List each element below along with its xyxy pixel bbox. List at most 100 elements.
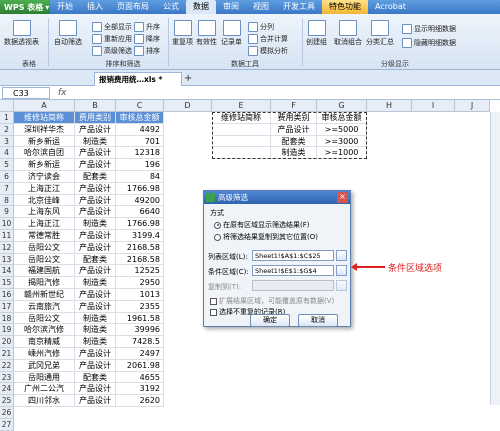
table-cell[interactable]: 赣州新世纪	[14, 289, 75, 301]
record-form-button[interactable]: 记录单	[221, 20, 242, 47]
row-header[interactable]: 26	[0, 407, 14, 419]
column-header[interactable]: B	[75, 100, 116, 112]
table-cell[interactable]: 2950	[116, 277, 164, 289]
row-header[interactable]: 18	[0, 312, 14, 325]
tab-page-layout[interactable]: 页面布局	[110, 0, 156, 14]
row-header[interactable]: 23	[0, 371, 14, 384]
checkbox-icon[interactable]	[210, 308, 217, 316]
table-cell[interactable]: 岳阳通用	[14, 371, 75, 384]
row-header[interactable]: 27	[0, 418, 14, 431]
ok-button[interactable]: 确定	[250, 314, 290, 327]
table-cell[interactable]: 产品设计	[75, 348, 116, 360]
table-cell[interactable]: 济宁读会	[14, 171, 75, 183]
wps-app-button[interactable]: WPS 表格 ▾	[0, 0, 50, 14]
table-cell[interactable]: 嵊州汽修	[14, 348, 75, 360]
table-cell[interactable]: 6640	[116, 206, 164, 219]
criteria-range-input[interactable]: Sheet1!$E$1:$G$4	[252, 265, 334, 276]
table-cell[interactable]: 新乡新运	[14, 135, 75, 148]
fx-icon[interactable]: fx	[58, 88, 67, 98]
table-cell[interactable]: 2355	[116, 300, 164, 313]
sort-desc-button[interactable]: 降序	[134, 34, 160, 44]
table-header-cell[interactable]: 费用类别	[75, 112, 116, 124]
radio-icon[interactable]	[214, 233, 221, 241]
table-cell[interactable]: 哈尔滨汽修	[14, 324, 75, 337]
table-cell[interactable]: 产品设计	[75, 159, 116, 171]
table-cell[interactable]: 产品设计	[75, 194, 116, 207]
row-header[interactable]: 24	[0, 383, 14, 396]
table-cell[interactable]: 武冈兄弟	[14, 359, 75, 372]
table-cell[interactable]: 产品设计	[75, 241, 116, 254]
option-in-place[interactable]: 在原有区域显示筛选结果(F)	[214, 220, 310, 230]
table-cell[interactable]: 产品设计	[75, 359, 116, 372]
row-header[interactable]: 15	[0, 277, 14, 289]
what-if-button[interactable]: 模拟分析	[248, 46, 288, 56]
table-cell[interactable]: 福建国航	[14, 265, 75, 278]
tab-developer[interactable]: 开发工具	[276, 0, 322, 14]
table-cell[interactable]: 岳阳公文	[14, 253, 75, 266]
tab-data[interactable]: 数据	[186, 0, 216, 14]
row-header[interactable]: 13	[0, 253, 14, 266]
table-cell[interactable]: 2168.58	[116, 241, 164, 254]
list-range-picker-button[interactable]	[336, 250, 347, 261]
table-header-cell[interactable]: 维修站简称	[14, 112, 75, 124]
table-cell[interactable]: 84	[116, 171, 164, 183]
autofilter-button[interactable]: 自动筛选	[54, 20, 82, 47]
tab-formulas[interactable]: 公式	[156, 0, 186, 14]
table-cell[interactable]: 产品设计	[75, 300, 116, 313]
table-cell[interactable]: 常德常胜	[14, 230, 75, 242]
table-cell[interactable]: 产品设计	[75, 395, 116, 407]
column-header[interactable]: I	[412, 100, 455, 112]
table-cell[interactable]: 1766.98	[116, 218, 164, 230]
select-all-corner[interactable]	[0, 100, 14, 112]
row-header[interactable]: 17	[0, 300, 14, 313]
row-header[interactable]: 7	[0, 182, 14, 195]
row-header[interactable]: 20	[0, 336, 14, 348]
list-range-input[interactable]: Sheet1!$A$1:$C$25	[252, 250, 334, 261]
new-tab-icon[interactable]: +	[184, 73, 192, 84]
table-cell[interactable]: 上海正江	[14, 218, 75, 230]
pivot-table-button[interactable]: 数据透视表	[4, 20, 39, 47]
validity-button[interactable]: 有效性	[196, 20, 217, 47]
table-cell[interactable]: 制造类	[75, 135, 116, 148]
table-cell[interactable]: 2168.58	[116, 253, 164, 266]
sort-button[interactable]: 排序	[134, 46, 160, 56]
show-detail-button[interactable]: 显示明细数据	[402, 24, 456, 34]
tab-special[interactable]: 特色功能	[322, 0, 368, 14]
hide-detail-button[interactable]: 隐藏明细数据	[402, 38, 456, 48]
row-header[interactable]: 1	[0, 112, 14, 124]
table-cell[interactable]: 北京佳峰	[14, 194, 75, 207]
row-header[interactable]: 9	[0, 206, 14, 219]
table-cell[interactable]: 产品设计	[75, 123, 116, 136]
row-header[interactable]: 22	[0, 359, 14, 372]
close-icon[interactable]: ×	[337, 192, 348, 203]
show-all-button[interactable]: 全部显示	[92, 22, 132, 32]
table-cell[interactable]: 12525	[116, 265, 164, 278]
column-header[interactable]: A	[14, 100, 75, 112]
column-header[interactable]: E	[212, 100, 271, 112]
duplicates-button[interactable]: 重复项	[172, 20, 193, 47]
create-group-button[interactable]: 创建组	[306, 20, 327, 47]
cancel-button[interactable]: 取消	[298, 314, 338, 327]
split-column-button[interactable]: 分列	[248, 22, 274, 32]
advanced-filter-button[interactable]: 高级筛选	[92, 46, 132, 56]
row-header[interactable]: 11	[0, 230, 14, 242]
table-cell[interactable]: 701	[116, 135, 164, 148]
table-cell[interactable]: 产品设计	[75, 206, 116, 219]
table-cell[interactable]: 揭阳汽修	[14, 277, 75, 289]
column-header[interactable]: H	[367, 100, 412, 112]
row-header[interactable]: 19	[0, 324, 14, 337]
row-header[interactable]: 10	[0, 218, 14, 230]
table-cell[interactable]: 3192	[116, 383, 164, 396]
table-cell[interactable]: 产品设计	[75, 182, 116, 195]
consolidate-button[interactable]: 合并计算	[248, 34, 288, 44]
table-cell[interactable]: 产品设计	[75, 289, 116, 301]
table-cell[interactable]: 1961.58	[116, 312, 164, 325]
table-cell[interactable]: 4655	[116, 371, 164, 384]
table-cell[interactable]: 制造类	[75, 336, 116, 348]
tab-review[interactable]: 审阅	[216, 0, 246, 14]
ungroup-button[interactable]: 取消组合	[334, 20, 362, 47]
column-header[interactable]: G	[317, 100, 367, 112]
row-header[interactable]: 12	[0, 241, 14, 254]
criteria-range-picker-button[interactable]	[336, 265, 347, 276]
row-header[interactable]: 5	[0, 159, 14, 171]
